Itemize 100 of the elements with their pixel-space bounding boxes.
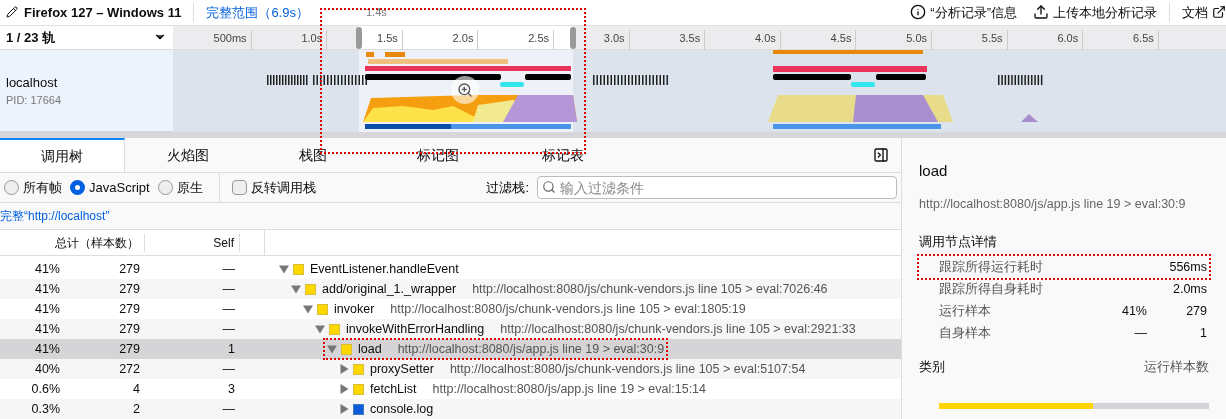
time-tick: 500ms — [181, 29, 252, 50]
breadcrumb-link[interactable]: 完整“http://localhost” — [0, 207, 110, 225]
table-cell-text: — — [221, 320, 235, 338]
cpu-activity-graph[interactable] — [768, 95, 953, 123]
tree-row[interactable]: 41% 279 — add/original_1._wrapper http://localhost:8080/js/chunk-vendors.js line 105 > eval:7026:46 — [0, 279, 901, 299]
table-cell-text: 279 — [118, 320, 140, 338]
marker-bar[interactable] — [876, 74, 926, 81]
table-cell-text: 0.6% — [30, 380, 60, 398]
table-cell-text: 3 — [227, 380, 235, 398]
marker-bar[interactable] — [365, 66, 571, 72]
profile-title[interactable]: Firefox 127 – Windows 11 — [24, 2, 195, 23]
function-name: proxySetter — [370, 360, 434, 378]
function-source: http://localhost:8080/js/chunk-vendors.js line 105 > eval:2921:33 — [500, 320, 856, 338]
column-header: 运行样本数 — [1144, 359, 1209, 376]
table-cell-text: — — [221, 360, 235, 378]
radio-button[interactable] — [70, 180, 85, 195]
detail-percent: 41% — [1120, 302, 1147, 320]
function-name: fetchList — [370, 380, 417, 398]
function-name: invoker — [334, 300, 375, 318]
tree-row[interactable]: 41% 279 — invokeWithErrorHandling http://localhost:8080/js/chunk-vendors.js line 105 > eval:2921:33 — [0, 319, 901, 339]
time-tick: 6.5s — [1088, 29, 1159, 50]
table-cell-text: 1 — [227, 340, 235, 358]
filter-field[interactable]: 输入过滤条件 — [537, 176, 897, 199]
table-cell-text: 41% — [33, 320, 60, 338]
time-tick: 2.5s — [484, 29, 554, 50]
table-cell-text: 2 — [132, 400, 140, 418]
table-cell-text: 41% — [33, 300, 60, 318]
function-source: http://localhost:8080/js/chunk-vendors.js line 105 > eval:5107:54 — [449, 360, 806, 378]
panel-tab[interactable]: 调用树 — [0, 138, 125, 172]
time-tick: 5.5s — [937, 29, 1008, 50]
marker-bar[interactable] — [368, 59, 508, 65]
marker-bar[interactable] — [385, 52, 405, 58]
external-link-icon — [1212, 5, 1226, 20]
radio-label: 原生 — [176, 178, 203, 197]
column-header: Self — [145, 233, 240, 252]
function-source: http://localhost:8080/js/app.js line 19 > eval:15:14 — [432, 380, 706, 398]
edit-icon[interactable] — [6, 6, 18, 19]
marker-bar[interactable] — [525, 74, 571, 81]
function-name: load — [358, 340, 382, 358]
sidebar-toggle-icon[interactable] — [873, 147, 889, 163]
tree-row[interactable]: 41% 279 1 load http://localhost:8080/js/app.js line 19 > eval:30:9 — [0, 339, 901, 359]
detail-value: 556ms — [1168, 258, 1207, 276]
radio-button[interactable] — [157, 180, 173, 195]
search-icon — [542, 180, 556, 194]
function-name: EventListener.handleEvent — [310, 260, 459, 278]
table-cell-text: 279 — [118, 280, 140, 298]
detail-percent: — — [1133, 324, 1147, 342]
full-range-link[interactable]: 完整范围（6.9s） — [206, 2, 309, 23]
track-name: localhost — [6, 73, 59, 92]
detail-value: 2.0ms — [1171, 280, 1207, 298]
detail-label: 自身样本 — [939, 324, 992, 342]
marker-bar[interactable] — [773, 50, 923, 55]
detail-value: 279 — [1185, 302, 1207, 320]
marker-bar[interactable] — [851, 82, 875, 88]
detail-label: 跟踪所得运行耗时 — [939, 258, 1044, 276]
table-cell-text: 0.3% — [30, 400, 60, 418]
time-tick: 3.5s — [635, 29, 706, 50]
selection-handle[interactable] — [570, 26, 576, 49]
table-cell-text: 279 — [118, 340, 140, 358]
track-pid: PID: 17664 — [6, 93, 63, 109]
upload-icon — [1033, 4, 1049, 21]
profile-info-button[interactable]: “分析记录”信息 — [910, 2, 1017, 23]
detail-label: 运行样本 — [939, 302, 992, 320]
table-cell-text: 41% — [33, 260, 60, 278]
track-label[interactable]: localhost PID: 17664 — [0, 50, 173, 132]
marker-bar[interactable] — [500, 82, 524, 88]
zoom-button[interactable] — [451, 76, 479, 105]
selection-handle[interactable] — [356, 26, 362, 49]
tree-row[interactable]: 0.3% 2 — console.log — [0, 399, 901, 419]
radio-button[interactable] — [4, 180, 19, 195]
marker-bar[interactable] — [773, 66, 927, 73]
function-source: http://localhost:8080/js/chunk-vendors.js line 105 > eval:1805:19 — [390, 300, 746, 318]
table-cell-text: 40% — [33, 360, 60, 378]
checkbox[interactable] — [231, 180, 247, 195]
table-cell-text: — — [221, 300, 235, 318]
column-header: 总计（样本数） — [0, 233, 145, 252]
panel-tab[interactable]: 火焰图 — [125, 138, 250, 172]
time-tick: 2.0s — [408, 29, 479, 50]
zoom-icon — [457, 82, 473, 99]
table-cell-text: 272 — [118, 360, 140, 378]
table-cell-text: 4 — [132, 380, 140, 398]
upload-button[interactable]: 上传本地分析记录 — [1033, 2, 1170, 23]
marker-bar[interactable] — [773, 74, 851, 81]
docs-link[interactable]: 文档 — [1182, 2, 1226, 23]
function-name: invokeWithErrorHandling — [346, 320, 485, 338]
checkbox-label: 反转调用栈 — [250, 178, 316, 197]
time-tick: 6.0s — [1013, 29, 1084, 50]
radio-label: 所有帧 — [23, 178, 62, 197]
tree-row[interactable]: 40% 272 — proxySetter http://localhost:8080/js/chunk-vendors.js line 105 > eval:5107:54 — [0, 359, 901, 379]
marker-bar[interactable] — [365, 74, 501, 81]
detail-value: 1 — [1199, 324, 1207, 342]
time-tick: 4.5s — [786, 29, 857, 50]
section-heading: 类别 — [919, 359, 946, 376]
table-cell-text: — — [221, 400, 235, 418]
marker-bar[interactable] — [366, 52, 374, 58]
filter-label: 过滤栈: — [486, 178, 529, 197]
table-cell-text: 279 — [118, 260, 140, 278]
cpu-activity-graph[interactable] — [1021, 114, 1038, 123]
time-tick: 5.0s — [862, 29, 932, 50]
function-name: add/original_1._wrapper — [322, 280, 457, 298]
